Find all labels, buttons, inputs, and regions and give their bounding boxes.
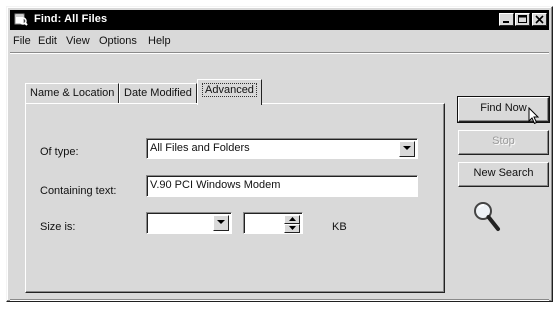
spin-down-button[interactable] [284,224,300,233]
spin-up-button[interactable] [284,215,300,224]
close-button[interactable] [532,13,547,26]
title-bar[interactable]: Find: All Files [10,10,549,30]
tab-label: Date Modified [124,87,192,99]
containing-text-label: Containing text: [40,185,117,197]
status-bar-divider [10,299,549,301]
minimize-button[interactable] [499,13,514,26]
magnifier-icon [472,200,502,237]
menu-edit[interactable]: Edit [38,35,57,47]
tab-name-location[interactable]: Name & Location [25,83,120,104]
new-search-button[interactable]: New Search [458,162,549,187]
tab-date-modified[interactable]: Date Modified [119,83,197,104]
menu-help[interactable]: Help [148,35,171,47]
size-is-label: Size is: [40,221,76,233]
menu-options[interactable]: Options [99,35,137,47]
menu-bar: File Edit View Options Help [11,32,550,50]
menu-separator [10,52,549,54]
size-condition-select[interactable] [146,212,232,234]
of-type-select[interactable]: All Files and Folders [146,138,418,159]
tab-advanced[interactable]: Advanced [197,79,262,105]
mouse-pointer-icon [528,106,540,128]
stop-button[interactable]: Stop [458,130,549,155]
new-search-label: New Search [473,167,534,179]
size-condition-dropdown-button[interactable] [213,215,229,231]
stop-label: Stop [492,135,515,147]
of-type-value: All Files and Folders [150,142,250,154]
maximize-button[interactable] [515,13,530,26]
containing-text-value: V.90 PCI Windows Modem [150,179,281,191]
window-title: Find: All Files [34,13,108,25]
find-icon [14,13,28,26]
find-window: Find: All Files File Edit View Options H… [6,6,553,302]
size-amount-spinner[interactable] [243,212,303,234]
tab-label: Advanced [202,83,257,97]
size-unit-label: KB [332,221,347,233]
find-now-label: Find Now [480,102,527,114]
advanced-panel: Of type: All Files and Folders Containin… [25,103,445,293]
menu-file[interactable]: File [13,35,31,47]
tab-label: Name & Location [30,87,115,99]
containing-text-input[interactable]: V.90 PCI Windows Modem [146,175,418,197]
of-type-dropdown-button[interactable] [399,141,415,157]
of-type-label: Of type: [40,146,79,158]
menu-view[interactable]: View [66,35,90,47]
